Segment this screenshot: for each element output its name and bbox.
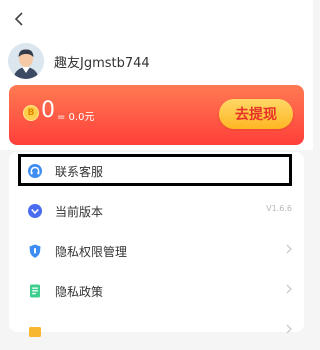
shield-icon (27, 243, 43, 259)
document-icon (27, 283, 43, 299)
username: 趣友Jgmstb744 (54, 56, 150, 71)
chevron-left-icon (14, 12, 23, 26)
back-button[interactable] (8, 8, 30, 30)
version-number: V1.6.6 (266, 204, 292, 213)
coin-icon: B (23, 105, 39, 121)
cash-equivalent: = 0.0元 (57, 112, 95, 123)
menu-item-label: 隐私权限管理 (55, 245, 128, 259)
coin-balance: 0 (41, 98, 55, 123)
avatar[interactable] (8, 43, 44, 79)
menu-item-partial[interactable] (9, 312, 304, 350)
menu-item-privacy-permissions[interactable]: 隐私权限管理 (9, 232, 304, 270)
chevron-right-icon (286, 244, 292, 254)
chevron-right-icon (286, 284, 292, 294)
folder-icon (27, 323, 43, 339)
balance-card: B 0 = 0.0元 去提现 (9, 85, 304, 145)
menu-item-privacy-policy[interactable]: 隐私政策 (9, 272, 304, 310)
user-avatar-icon (8, 43, 44, 79)
version-icon (27, 203, 43, 219)
menu-item-label: 当前版本 (55, 205, 104, 219)
selection-highlight (18, 154, 292, 186)
menu-item-version[interactable]: 当前版本 V1.6.6 (9, 192, 304, 230)
withdraw-button[interactable]: 去提现 (219, 99, 293, 129)
menu-item-label: 隐私政策 (55, 285, 104, 299)
